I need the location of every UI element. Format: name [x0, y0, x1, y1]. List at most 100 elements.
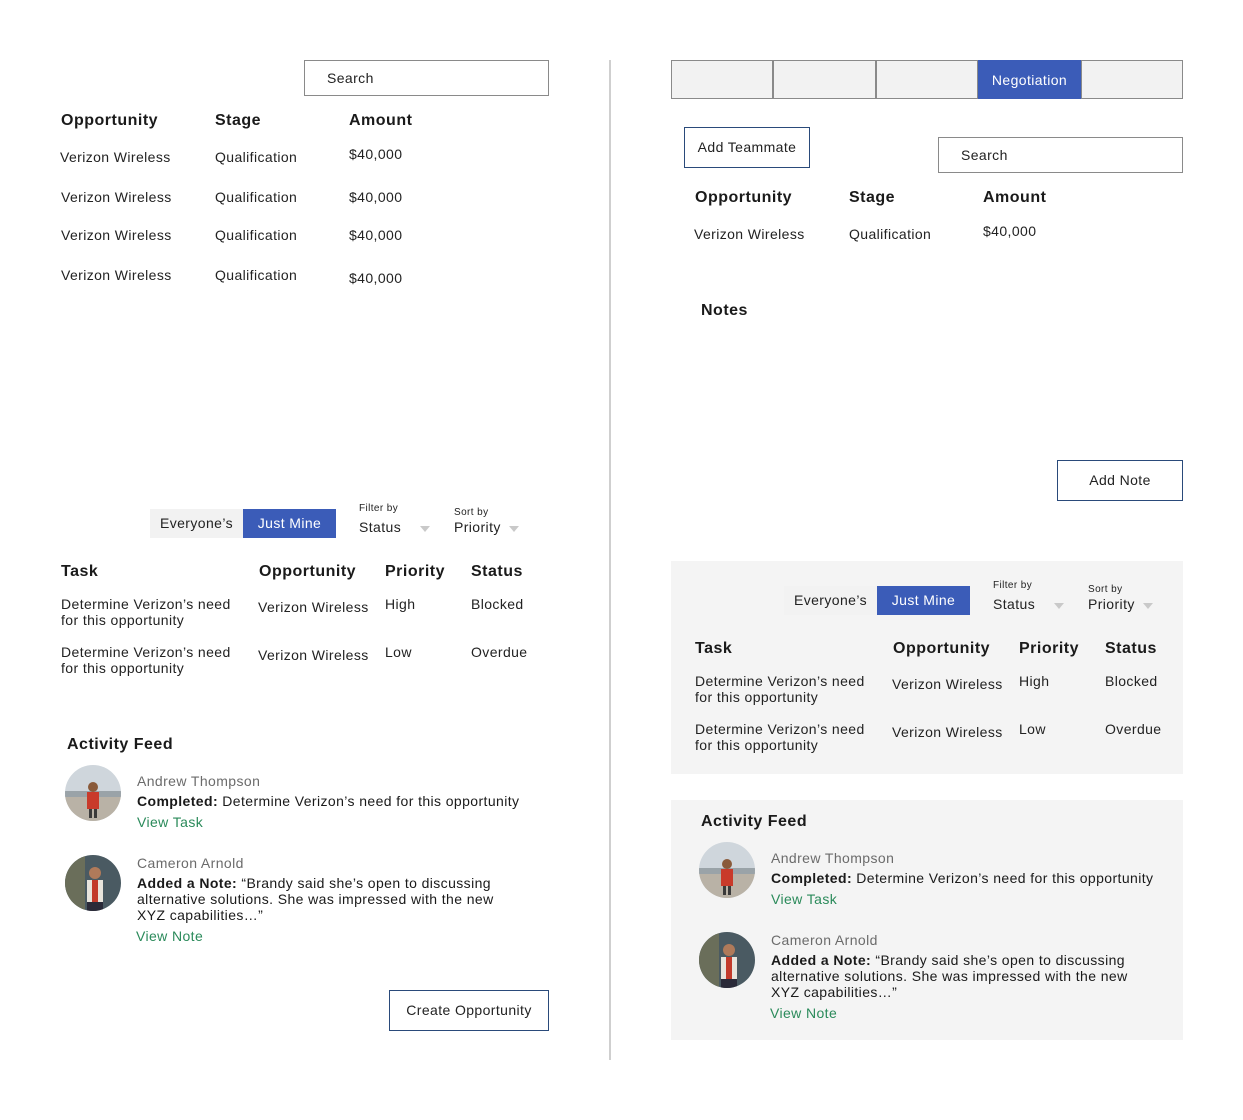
search-placeholder: Search	[327, 70, 374, 86]
stage-cell: Qualification	[849, 226, 932, 242]
column-header-opportunity: Opportunity	[893, 640, 991, 657]
amount-cell: $40,000	[983, 223, 1037, 239]
tab-stage-3[interactable]	[876, 60, 978, 99]
feed-action: Completed:	[771, 870, 852, 886]
status-cell: Overdue	[471, 644, 528, 660]
amount-cell: $40,000	[349, 189, 403, 205]
sort-value: Priority	[454, 519, 501, 535]
avatar	[699, 842, 755, 898]
filter-value: Status	[993, 596, 1036, 612]
amount-cell: $40,000	[349, 146, 403, 162]
column-header-priority: Priority	[1019, 640, 1080, 657]
opportunity-cell[interactable]: Verizon Wireless	[61, 189, 172, 205]
feed-author: Cameron Arnold	[771, 932, 878, 948]
activity-panel	[671, 800, 1183, 1040]
task-cell[interactable]: Determine Verizon’s need for this opport…	[61, 596, 241, 628]
chevron-down-icon	[509, 526, 519, 532]
chevron-down-icon	[1143, 603, 1153, 609]
stage-cell: Qualification	[215, 149, 298, 165]
filter-label: Filter by	[359, 503, 399, 514]
column-header-stage: Stage	[849, 189, 896, 206]
feed-author: Cameron Arnold	[137, 855, 244, 871]
column-header-status: Status	[1105, 640, 1157, 657]
amount-cell: $40,000	[349, 227, 403, 243]
column-header-amount: Amount	[349, 112, 413, 129]
opportunity-cell[interactable]: Verizon Wireless	[61, 267, 172, 283]
status-cell: Blocked	[1105, 673, 1158, 689]
view-note-link[interactable]: View Note	[136, 928, 203, 944]
tab-stage-2[interactable]	[773, 60, 876, 99]
feed-message: Added a Note: “Brandy said she’s open to…	[137, 875, 517, 923]
feed-detail: Determine Verizon’s need for this opport…	[852, 870, 1154, 886]
column-header-task: Task	[695, 640, 733, 657]
view-note-link[interactable]: View Note	[770, 1005, 837, 1021]
filter-label: Filter by	[993, 580, 1033, 591]
task-cell[interactable]: Determine Verizon’s need for this opport…	[695, 673, 875, 705]
feed-message: Added a Note: “Brandy said she’s open to…	[771, 952, 1151, 1000]
amount-cell: $40,000	[349, 270, 403, 286]
chevron-down-icon	[420, 526, 430, 532]
everyones-toggle[interactable]: Everyone’s	[150, 509, 243, 538]
add-note-button[interactable]: Add Note	[1057, 460, 1183, 501]
avatar	[65, 855, 121, 911]
opportunity-cell[interactable]: Verizon Wireless	[60, 149, 171, 165]
feed-detail: Determine Verizon’s need for this opport…	[218, 793, 520, 809]
filter-value: Status	[359, 519, 402, 535]
just-mine-toggle[interactable]: Just Mine	[243, 509, 336, 538]
view-task-link[interactable]: View Task	[137, 814, 203, 830]
notes-title: Notes	[701, 302, 748, 319]
column-header-stage: Stage	[215, 112, 262, 129]
priority-cell: High	[1019, 673, 1050, 689]
activity-feed-title: Activity Feed	[701, 813, 808, 830]
search-input[interactable]: Search	[938, 137, 1183, 173]
add-teammate-button[interactable]: Add Teammate	[684, 127, 810, 168]
stage-cell: Qualification	[215, 267, 298, 283]
column-header-opportunity: Opportunity	[259, 563, 357, 580]
sort-value: Priority	[1088, 596, 1135, 612]
chevron-down-icon	[1054, 603, 1064, 609]
sort-label: Sort by	[454, 507, 489, 518]
feed-action: Completed:	[137, 793, 218, 809]
task-cell[interactable]: Determine Verizon’s need for this opport…	[61, 644, 241, 676]
column-header-priority: Priority	[385, 563, 446, 580]
avatar	[699, 932, 755, 988]
feed-action: Added a Note:	[771, 952, 872, 968]
opportunity-cell[interactable]: Verizon Wireless	[892, 676, 1003, 692]
opportunity-cell[interactable]: Verizon Wireless	[61, 227, 172, 243]
stage-cell: Qualification	[215, 227, 298, 243]
feed-author: Andrew Thompson	[771, 850, 895, 866]
priority-cell: Low	[1019, 721, 1046, 737]
column-header-opportunity: Opportunity	[61, 112, 159, 129]
priority-cell: High	[385, 596, 416, 612]
feed-message: Completed: Determine Verizon’s need for …	[771, 870, 1176, 886]
task-cell[interactable]: Determine Verizon’s need for this opport…	[695, 721, 875, 753]
column-header-opportunity: Opportunity	[695, 189, 793, 206]
feed-message: Completed: Determine Verizon’s need for …	[137, 793, 547, 809]
avatar	[65, 765, 121, 821]
search-input[interactable]: Search	[304, 60, 549, 96]
activity-feed-title: Activity Feed	[67, 736, 174, 753]
column-header-amount: Amount	[983, 189, 1047, 206]
tab-negotiation[interactable]: Negotiation	[978, 60, 1081, 99]
just-mine-toggle[interactable]: Just Mine	[877, 586, 970, 615]
opportunity-cell[interactable]: Verizon Wireless	[258, 599, 369, 615]
view-task-link[interactable]: View Task	[771, 891, 837, 907]
feed-action: Added a Note:	[137, 875, 238, 891]
status-cell: Blocked	[471, 596, 524, 612]
column-header-task: Task	[61, 563, 99, 580]
search-placeholder: Search	[961, 147, 1008, 163]
column-divider	[609, 60, 611, 1060]
everyones-toggle[interactable]: Everyone’s	[784, 586, 877, 615]
column-header-status: Status	[471, 563, 523, 580]
opportunity-cell[interactable]: Verizon Wireless	[892, 724, 1003, 740]
status-cell: Overdue	[1105, 721, 1162, 737]
tab-stage-1[interactable]	[671, 60, 773, 99]
opportunity-cell[interactable]: Verizon Wireless	[258, 647, 369, 663]
priority-cell: Low	[385, 644, 412, 660]
create-opportunity-button[interactable]: Create Opportunity	[389, 990, 549, 1031]
sort-label: Sort by	[1088, 584, 1123, 595]
tab-stage-5[interactable]	[1081, 60, 1183, 99]
opportunity-cell[interactable]: Verizon Wireless	[694, 226, 805, 242]
feed-author: Andrew Thompson	[137, 773, 261, 789]
stage-cell: Qualification	[215, 189, 298, 205]
